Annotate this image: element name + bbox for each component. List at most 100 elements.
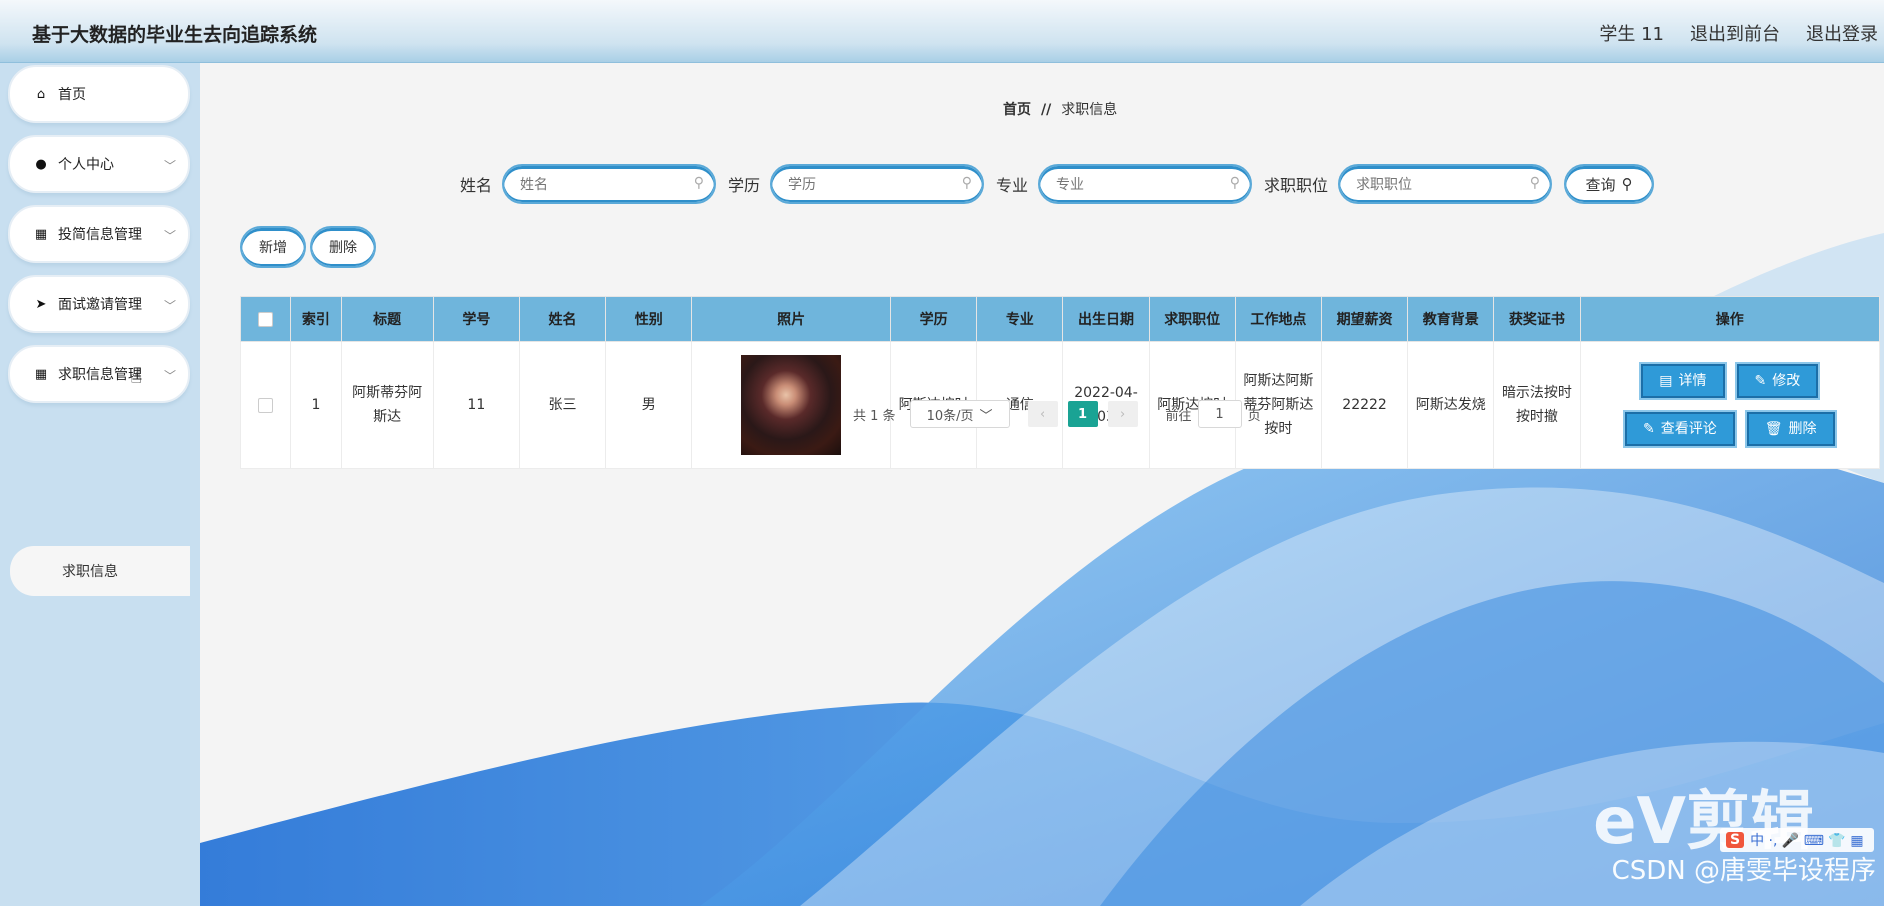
name-search-box[interactable]: ⚲ (502, 164, 717, 204)
position-input[interactable] (1354, 176, 1529, 194)
search-icon: ⚲ (1229, 175, 1241, 191)
column-header: 学号 (432, 296, 520, 342)
sidebar-item-interview-management[interactable]: ➤ 面试邀请管理 ﹀ (8, 275, 190, 333)
column-header: 性别 (605, 296, 693, 342)
cell-index: 1 (290, 341, 342, 469)
cell-background: 阿斯达发烧 (1407, 341, 1495, 469)
education-input[interactable] (786, 176, 961, 194)
position-search-box[interactable]: ⚲ (1338, 164, 1553, 204)
total-count: 共 1 条 (853, 408, 896, 424)
major-search-box[interactable]: ⚲ (1038, 164, 1253, 204)
ime-status-icons: 中 ·, 🎤 ⌨ 👕 ▦ (1750, 833, 1864, 849)
trash-icon: 🗑 (1764, 421, 1783, 437)
chevron-down-icon: ﹀ (163, 229, 176, 243)
detail-label: 详情 (1678, 373, 1707, 389)
sidebar-subitem-job-info[interactable]: 求职信息 (10, 546, 190, 596)
column-header: 工作地点 (1234, 296, 1322, 342)
row-delete-label: 删除 (1788, 421, 1817, 437)
select-all-header[interactable] (239, 296, 292, 342)
column-header: 索引 (290, 296, 342, 342)
sogou-icon: S (1726, 832, 1745, 848)
sidebar-item-personal-center[interactable]: ● 个人中心 ﹀ (8, 135, 190, 193)
sidebar-item-label: 面试邀请管理 (58, 297, 142, 313)
chevron-down-icon: ﹀ (163, 159, 176, 173)
goto-suffix: 页 (1247, 408, 1261, 424)
column-header: 照片 (691, 296, 892, 342)
education-label: 学历 (728, 176, 761, 195)
grid-icon: ▦ (34, 366, 48, 382)
column-header: 专业 (976, 296, 1064, 342)
column-header: 求职职位 (1148, 296, 1236, 342)
search-icon: ⚲ (1621, 175, 1633, 193)
send-icon: ➤ (35, 296, 47, 312)
home-icon: ⌂ (36, 86, 46, 102)
sidebar-item-label: 首页 (58, 87, 86, 103)
cell-award: 暗示法按时按时撤 (1493, 341, 1581, 469)
name-input[interactable] (518, 176, 693, 194)
row-checkbox[interactable] (258, 397, 274, 413)
page-number-current[interactable]: 1 (1067, 401, 1098, 427)
sidebar-item-label: 个人中心 (58, 157, 114, 173)
major-input[interactable] (1054, 176, 1229, 194)
cell-title: 阿斯蒂芬阿斯达 (340, 341, 434, 469)
exit-to-front-link[interactable]: 退出到前台 (1690, 20, 1780, 46)
sidebar-item-label: 投简信息管理 (58, 227, 142, 243)
chevron-down-icon: ﹀ (163, 369, 176, 383)
delete-button[interactable]: 删除 (310, 226, 376, 268)
edit-button[interactable]: ✎ 修改 (1734, 362, 1821, 400)
breadcrumb-separator: // (1041, 102, 1052, 118)
app-title: 基于大数据的毕业生去向追踪系统 (32, 24, 318, 46)
user-icon: ● (35, 156, 47, 172)
edit-label: 修改 (1772, 373, 1801, 389)
action-buttons: 新增 删除 (240, 226, 376, 268)
top-right-menu: 学生 11 退出到前台 退出登录 (1599, 20, 1878, 46)
current-user[interactable]: 学生 11 (1599, 20, 1664, 46)
view-comments-label: 查看评论 (1660, 421, 1717, 437)
position-label: 求职职位 (1264, 176, 1329, 195)
column-header: 教育背景 (1407, 296, 1495, 342)
sidebar-item-home[interactable]: ⌂ 首页 (8, 65, 190, 123)
column-header: 标题 (340, 296, 434, 342)
chevron-down-icon: ﹀ (163, 299, 176, 313)
name-label: 姓名 (460, 176, 493, 195)
next-page-button[interactable]: › (1107, 401, 1138, 427)
sidebar: ⌂ 首页 ● 个人中心 ﹀ ▦ 投简信息管理 ﹀ ➤ 面试邀请管理 ﹀ ▦ 求职… (0, 63, 200, 906)
column-header: 姓名 (518, 296, 607, 342)
document-icon: ▤ (1659, 373, 1673, 389)
page-size-select[interactable]: 10条/页 ﹀ (909, 400, 1010, 428)
search-icon: ⚲ (961, 175, 973, 191)
select-all-checkbox[interactable] (258, 311, 274, 327)
column-header: 学历 (890, 296, 978, 342)
row-delete-button[interactable]: 🗑 删除 (1744, 410, 1837, 448)
search-icon: ⚲ (1529, 175, 1541, 191)
view-comments-button[interactable]: ✎ 查看评论 (1623, 410, 1737, 448)
grid-icon: ▦ (34, 226, 48, 242)
column-header: 期望薪资 (1320, 296, 1409, 342)
logout-link[interactable]: 退出登录 (1806, 20, 1878, 46)
chevron-right-icon: › (1119, 406, 1126, 422)
query-label: 查询 (1585, 175, 1616, 194)
breadcrumb-current: 求职信息 (1061, 102, 1118, 118)
mouse-pointer-icon: ☝ (130, 364, 143, 388)
education-search-box[interactable]: ⚲ (770, 164, 985, 204)
goto-page-input[interactable]: 1 (1197, 400, 1242, 428)
add-button[interactable]: 新增 (240, 226, 306, 268)
ime-toolbar: S 中 ·, 🎤 ⌨ 👕 ▦ (1720, 828, 1874, 852)
top-bar: 基于大数据的毕业生去向追踪系统 学生 11 退出到前台 退出登录 (0, 0, 1884, 63)
photo-image[interactable] (741, 355, 842, 455)
pagination: 共 1 条 10条/页 ﹀ ‹ 1 › 前往 1 页 (853, 400, 1261, 428)
row-select-cell[interactable] (239, 341, 292, 469)
sidebar-item-resume-management[interactable]: ▦ 投简信息管理 ﹀ (8, 205, 190, 263)
prev-page-button[interactable]: ‹ (1027, 401, 1058, 427)
goto-prefix: 前往 (1165, 408, 1192, 424)
job-info-table: 索引 标题 学号 姓名 性别 照片 学历 专业 出生日期 求职职位 工作地点 期… (239, 296, 1881, 469)
chevron-down-icon: ﹀ (979, 408, 993, 424)
detail-button[interactable]: ▤ 详情 (1639, 362, 1727, 400)
query-button[interactable]: 查询 ⚲ (1564, 164, 1655, 204)
column-header: 获奖证书 (1493, 296, 1581, 342)
page-size-value: 10条/页 (926, 408, 974, 424)
sidebar-item-job-management[interactable]: ▦ 求职信息管理 ﹀ (8, 345, 190, 403)
breadcrumb-home[interactable]: 首页 (1003, 102, 1031, 118)
cell-operations: ▤ 详情 ✎ 修改 ✎ 查看评论 🗑 删除 (1579, 341, 1881, 469)
cell-gender: 男 (605, 341, 693, 469)
